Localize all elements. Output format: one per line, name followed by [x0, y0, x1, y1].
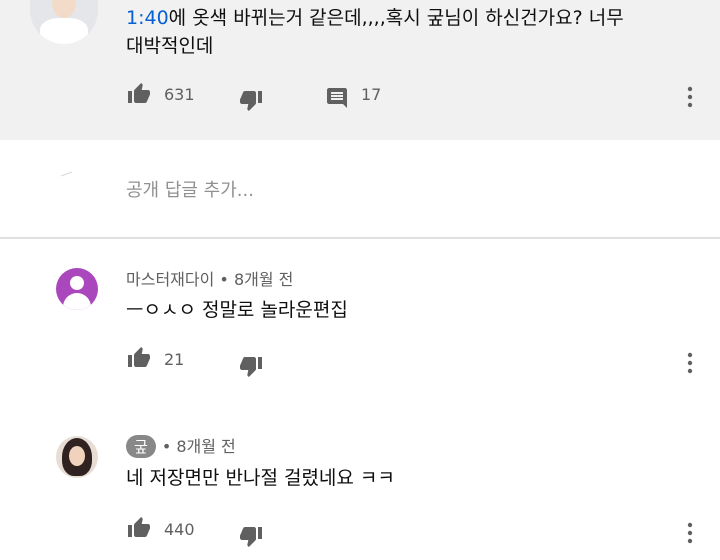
thumb-up-icon[interactable]: [126, 516, 152, 540]
comment-text: ㅡㅇㅅㅇ 정말로 놀라운편집: [126, 299, 348, 321]
avatar[interactable]: [56, 436, 98, 478]
author-badge[interactable]: 궆: [126, 435, 156, 458]
like-count: 631: [164, 85, 195, 104]
thumb-down-icon[interactable]: [238, 354, 264, 378]
thumb-up-icon[interactable]: [126, 82, 152, 106]
more-vert-icon[interactable]: [678, 84, 702, 110]
top-comment: 1:40에 옷색 바뀌는거 같은데,,,,혹시 궆님이 하신건가요? 너무 대박…: [0, 0, 720, 140]
reply-input[interactable]: 공개 답글 추가...: [126, 176, 254, 202]
comment-time: • 8개월 전: [219, 270, 294, 289]
comment-text: 1:40에 옷색 바뀌는거 같은데,,,,혹시 궆님이 하신건가요? 너무 대박…: [126, 4, 686, 60]
author-name[interactable]: 마스터재다이: [126, 270, 214, 289]
avatar[interactable]: [56, 268, 98, 310]
more-vert-icon[interactable]: [678, 350, 702, 376]
comment-meta: 마스터재다이 • 8개월 전: [126, 266, 293, 290]
thumb-up-icon[interactable]: [126, 346, 152, 370]
thumb-down-icon[interactable]: [238, 88, 264, 112]
comment-time: • 8개월 전: [161, 437, 236, 456]
thumb-down-icon[interactable]: [238, 524, 264, 548]
avatar[interactable]: [30, 0, 98, 44]
like-count: 21: [164, 350, 185, 369]
comment-text-line2: 대박적인데: [126, 35, 214, 57]
like-count: 440: [164, 520, 195, 539]
comment-icon[interactable]: [324, 86, 350, 110]
comment-meta: 궆 • 8개월 전: [126, 433, 236, 458]
divider: [0, 237, 720, 239]
timestamp-link[interactable]: 1:40: [126, 7, 169, 29]
more-vert-icon[interactable]: [678, 520, 702, 546]
avatar-placeholder-icon: [60, 171, 73, 177]
comment-text: 네 저장면만 반나절 걸렸네요 ㅋㅋ: [126, 467, 395, 489]
reply-count: 17: [361, 85, 382, 104]
comment-text-line1: 에 옷색 바뀌는거 같은데,,,,혹시 궆님이 하신건가요? 너무: [168, 7, 624, 29]
